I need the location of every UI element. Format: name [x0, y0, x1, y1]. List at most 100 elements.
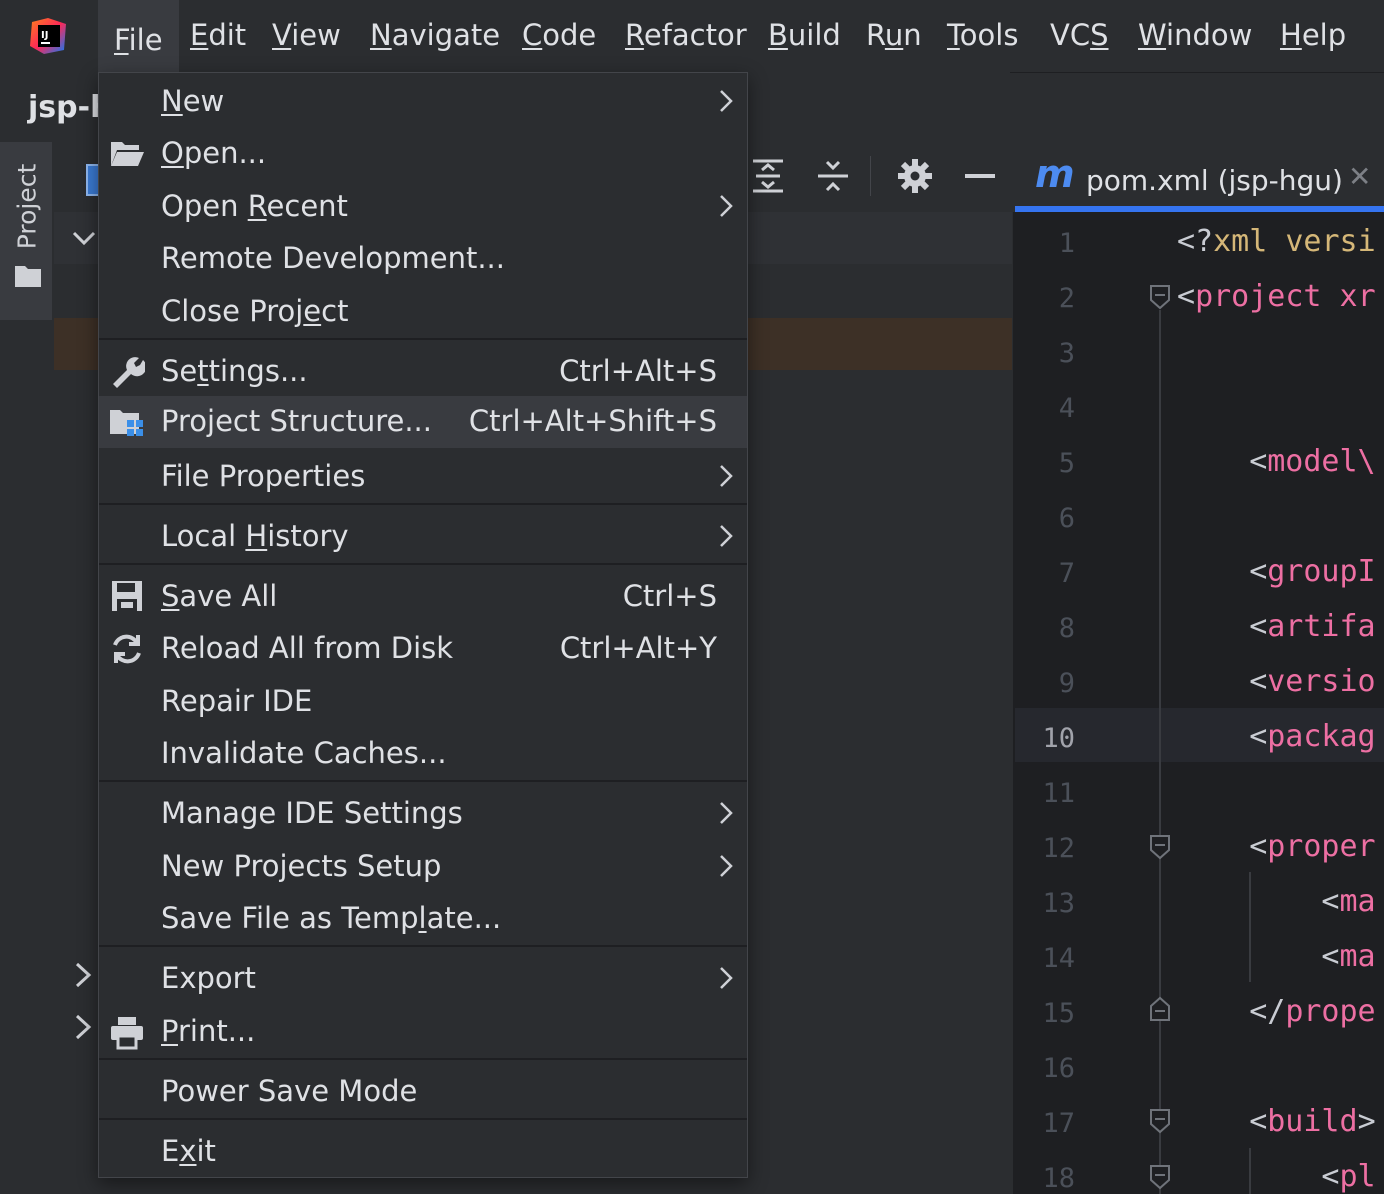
line-number: 17	[1042, 1108, 1075, 1139]
label-rest: istory	[267, 519, 349, 553]
line-number: 7	[1058, 558, 1075, 589]
submenu-arrow-icon	[715, 851, 737, 881]
menu-item-label: Repair IDE	[161, 684, 313, 718]
menu-separator	[99, 338, 747, 340]
menu-edit[interactable]: Edit	[190, 18, 246, 58]
menu-item-file-properties[interactable]: File Properties	[99, 451, 747, 503]
menu-edit-mnemonic: E	[190, 18, 209, 52]
project-tool-tab-label-wrap: Project	[0, 152, 52, 262]
submenu-arrow-icon	[715, 191, 737, 221]
fold-marker-icon[interactable]	[1149, 1108, 1171, 1134]
minimize-icon[interactable]	[962, 158, 998, 194]
collapse-all-icon[interactable]	[815, 158, 851, 194]
menu-code-rest: ode	[542, 18, 597, 52]
menu-item-label: Settings...	[161, 354, 308, 388]
mnemonic: S	[161, 579, 180, 613]
label-rest: ate...	[426, 901, 502, 935]
chevron-down-icon[interactable]	[70, 226, 98, 250]
menu-help[interactable]: Help	[1280, 18, 1346, 58]
close-icon[interactable]: ✕	[1348, 160, 1371, 193]
menu-item-label: Remote Development...	[161, 241, 505, 275]
open-folder-icon	[109, 136, 145, 172]
menu-separator	[99, 1058, 747, 1060]
code-token: >	[1357, 1104, 1376, 1139]
label-rest: pen...	[183, 136, 267, 170]
menu-item-open-recent[interactable]: Open Recent	[99, 181, 747, 233]
gear-icon[interactable]	[897, 158, 933, 194]
menu-item-new-projects-setup[interactable]: New Projects Setup	[99, 841, 747, 893]
code-line: <pl	[1321, 1159, 1375, 1194]
label-rest: it	[196, 1134, 216, 1168]
menu-window-rest: indow	[1166, 18, 1253, 52]
menu-item-print[interactable]: Print...	[99, 1006, 747, 1058]
code-line: <ma	[1321, 939, 1375, 974]
menu-item-repair-ide[interactable]: Repair IDE	[99, 676, 747, 728]
menu-file-rest: ile	[128, 23, 163, 57]
code-token: <	[1249, 609, 1268, 644]
menu-view-rest: iew	[291, 18, 341, 52]
menu-item-label: Save File as Template...	[161, 901, 501, 935]
menu-build-rest: uild	[787, 18, 841, 52]
menu-tools-mnemonic: T	[947, 18, 960, 52]
menu-code[interactable]: Code	[522, 18, 596, 58]
menu-build[interactable]: Build	[768, 18, 841, 58]
menu-item-label: New Projects Setup	[161, 849, 442, 883]
menu-item-label: Power Save Mode	[161, 1074, 418, 1108]
menu-item-open[interactable]: Open...	[99, 128, 747, 180]
menu-item-reload-all[interactable]: Reload All from Disk Ctrl+Alt+Y	[99, 623, 747, 675]
menu-item-label: Print...	[161, 1014, 255, 1048]
menu-navigate[interactable]: Navigate	[370, 18, 500, 58]
mnemonic: l	[418, 901, 427, 935]
expand-all-icon[interactable]	[750, 158, 786, 194]
menu-item-new[interactable]: New	[99, 76, 747, 128]
menu-item-project-structure[interactable]: Project Structure... Ctrl+Alt+Shift+S	[99, 396, 747, 448]
indent-guide	[1159, 310, 1161, 1194]
code-token: <?	[1177, 224, 1214, 259]
menu-separator	[99, 503, 747, 505]
menu-item-save-file-as-template[interactable]: Save File as Template...	[99, 893, 747, 945]
line-number: 1	[1058, 228, 1075, 259]
intellij-logo-icon[interactable]: IJ	[28, 16, 70, 56]
menu-item-export[interactable]: Export	[99, 953, 747, 1005]
menu-item-save-all[interactable]: Save All Ctrl+S	[99, 571, 747, 623]
menu-tools[interactable]: Tools	[947, 18, 1018, 58]
label-rest: tings...	[208, 354, 308, 388]
chevron-right-icon[interactable]	[70, 1012, 96, 1042]
menu-window[interactable]: Window	[1138, 18, 1252, 58]
fold-marker-icon[interactable]	[1149, 284, 1171, 310]
line-number: 16	[1042, 1053, 1075, 1084]
menu-item-manage-ide-settings[interactable]: Manage IDE Settings	[99, 788, 747, 840]
menu-item-power-save-mode[interactable]: Power Save Mode	[99, 1066, 747, 1118]
menu-file[interactable]: File	[98, 0, 179, 72]
menu-refactor[interactable]: Refactor	[625, 18, 747, 58]
menu-view[interactable]: View	[272, 18, 341, 58]
mnemonic: e	[303, 294, 322, 328]
code-line: <artifa	[1249, 609, 1375, 644]
menu-item-label: Project Structure...	[161, 404, 432, 438]
fold-marker-icon[interactable]	[1149, 834, 1171, 860]
chevron-right-icon[interactable]	[70, 960, 96, 990]
menu-item-invalidate-caches[interactable]: Invalidate Caches...	[99, 728, 747, 780]
line-number: 6	[1058, 503, 1075, 534]
code-token: xml versi	[1213, 224, 1376, 259]
folder-icon	[14, 264, 42, 288]
mnemonic: O	[161, 136, 184, 170]
menu-separator	[99, 945, 747, 947]
menu-item-local-history[interactable]: Local History	[99, 511, 747, 563]
menu-item-settings[interactable]: Settings... Ctrl+Alt+S	[99, 346, 747, 398]
reload-icon	[109, 631, 145, 667]
menu-refactor-mnemonic: R	[625, 18, 644, 52]
menu-item-exit[interactable]: Exit	[99, 1126, 747, 1178]
fold-end-marker-icon[interactable]	[1149, 996, 1171, 1022]
menu-vcs[interactable]: VCS	[1050, 18, 1109, 58]
fold-marker-icon[interactable]	[1149, 1164, 1171, 1190]
menu-run[interactable]: Run	[866, 18, 922, 58]
menu-item-shortcut: Ctrl+Alt+S	[559, 354, 717, 388]
menu-item-close-project[interactable]: Close Project	[99, 286, 747, 338]
menu-separator	[99, 1118, 747, 1120]
menu-item-remote-development[interactable]: Remote Development...	[99, 233, 747, 285]
indent-guide	[1249, 1148, 1251, 1194]
label-rest: rint...	[177, 1014, 256, 1048]
menu-edit-rest: dit	[208, 18, 247, 52]
menu-tools-rest: ools	[959, 18, 1019, 52]
